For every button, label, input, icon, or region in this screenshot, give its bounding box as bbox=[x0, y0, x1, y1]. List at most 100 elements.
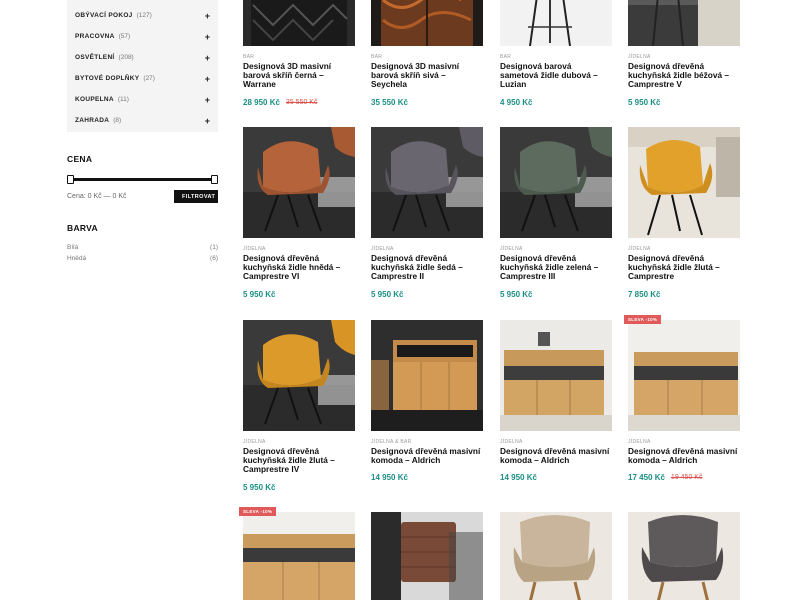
product-price: 5 950 Kč bbox=[243, 289, 276, 299]
category-name[interactable]: OBÝVACÍ POKOJ bbox=[75, 12, 133, 19]
product-image-sideboard-brick[interactable] bbox=[628, 320, 740, 431]
category-count: (27) bbox=[143, 75, 155, 82]
filter-button[interactable]: FILTROVAT bbox=[174, 190, 218, 203]
expand-plus-icon[interactable]: + bbox=[205, 116, 210, 126]
product-price: 4 950 Kč bbox=[500, 97, 533, 107]
price-range-slider[interactable] bbox=[67, 175, 218, 184]
product-title[interactable]: Designová 3D masivní barová skříň sivá –… bbox=[371, 61, 483, 90]
color-name[interactable]: Bílá bbox=[67, 244, 78, 255]
category-list: OBÝVACÍ POKOJ (127) + PRACOVNA (57) + OSVĚ… bbox=[67, 0, 218, 132]
color-count: (6) bbox=[210, 255, 218, 262]
color-name[interactable]: Hnědá bbox=[67, 255, 86, 266]
product-price: 14 950 Kč bbox=[500, 473, 537, 483]
product-card[interactable]: JÍDELNA Designová dřevěná kuchyňská židl… bbox=[243, 127, 355, 299]
product-image-sideboard-white[interactable] bbox=[500, 320, 612, 431]
expand-plus-icon[interactable]: + bbox=[205, 74, 210, 84]
expand-plus-icon[interactable]: + bbox=[205, 32, 210, 42]
category-item-lighting[interactable]: OSVĚTLENÍ (208) + bbox=[67, 47, 218, 68]
product-title[interactable]: Designová 3D masivní barová skříň černá … bbox=[243, 61, 355, 90]
category-count: (57) bbox=[118, 33, 131, 40]
product-title[interactable]: Designová barová sametová židle dubová –… bbox=[500, 61, 612, 90]
product-price: 5 950 Kč bbox=[628, 97, 661, 107]
product-card[interactable]: BAR Designová barová sametová židle dubo… bbox=[500, 0, 612, 107]
category-item-study[interactable]: PRACOVNA (57) + bbox=[67, 26, 218, 47]
category-item-accessories[interactable]: BYTOVÉ DOPLŇKY (27) + bbox=[67, 68, 218, 89]
sale-badge: SLEVA -10% bbox=[624, 315, 662, 324]
category-count: (8) bbox=[113, 117, 122, 124]
product-old-price: 35 550 Kč bbox=[285, 98, 318, 106]
expand-plus-icon[interactable]: + bbox=[205, 11, 210, 21]
slider-max-handle[interactable] bbox=[211, 175, 218, 184]
product-card[interactable]: JÍDELNA Designová dřevěná kuchyňská židl… bbox=[371, 127, 483, 299]
product-title[interactable]: Designová dřevěná kuchyňská židle zelená… bbox=[500, 253, 612, 282]
product-title[interactable]: Designová dřevěná kuchyňská židle žlutá … bbox=[243, 446, 355, 475]
product-image-chair-yellow[interactable] bbox=[628, 127, 740, 238]
product-title[interactable]: Designová dřevěná kuchyňská židle béžová… bbox=[628, 61, 740, 90]
product-category: JÍDELNA bbox=[243, 246, 266, 252]
category-item-garden[interactable]: ZAHRADA (8) + bbox=[67, 110, 218, 131]
product-card[interactable]: JÍDELNA Designová dřevěná masivní komoda… bbox=[500, 320, 612, 482]
product-image-barstool[interactable] bbox=[500, 0, 612, 46]
product-image-sideboard-dark[interactable] bbox=[371, 320, 483, 431]
product-image-cabinet-wood[interactable] bbox=[371, 0, 483, 46]
product-price: 14 950 Kč bbox=[371, 473, 408, 483]
price-filter-row: Cena: 0 Kč — 0 Kč FILTROVAT bbox=[67, 190, 218, 203]
product-card[interactable]: SLEVA -10% JÍDELNA Designová dřevěná mas… bbox=[624, 315, 740, 483]
product-category: JÍDELNA bbox=[371, 246, 394, 252]
product-category: JÍDELNA & BAR bbox=[371, 439, 412, 445]
product-card[interactable]: JÍDELNA Designová dřevěná kuchyňská židl… bbox=[628, 0, 740, 107]
product-card[interactable] bbox=[500, 512, 612, 600]
product-image-chair-grey[interactable] bbox=[371, 127, 483, 238]
product-title[interactable]: Designová dřevěná kuchyňská židle šedá –… bbox=[371, 253, 483, 282]
product-card[interactable]: BAR Designová 3D masivní barová skříň si… bbox=[371, 0, 483, 107]
color-item-brown[interactable]: Hnědá (6) bbox=[67, 255, 218, 266]
product-card[interactable]: JÍDELNA Designová dřevěná kuchyňská židl… bbox=[500, 127, 612, 299]
product-price: 5 950 Kč bbox=[500, 289, 533, 299]
product-title[interactable]: Designová dřevěná masivní komoda – Aldri… bbox=[500, 446, 612, 465]
product-price: 35 550 Kč bbox=[371, 97, 408, 107]
price-range-label: Cena: 0 Kč — 0 Kč bbox=[67, 193, 127, 200]
product-image-chair-brown[interactable] bbox=[243, 127, 355, 238]
product-image-chair-yellow-dark[interactable] bbox=[243, 320, 355, 431]
product-image-chair-grey-wood[interactable] bbox=[628, 512, 740, 600]
product-category: BAR bbox=[500, 54, 512, 60]
product-price: 17 450 Kč bbox=[628, 473, 665, 483]
category-name[interactable]: ZAHRADA bbox=[75, 117, 109, 124]
product-card[interactable]: JÍDELNA Designová dřevěná kuchyňská židl… bbox=[628, 127, 740, 299]
product-card[interactable]: BAR Designová 3D masivní barová skříň če… bbox=[243, 0, 355, 107]
product-title[interactable]: Designová dřevěná masivní komoda – Aldri… bbox=[371, 446, 483, 465]
product-image-chair-beige-wood[interactable] bbox=[500, 512, 612, 600]
product-card[interactable] bbox=[628, 512, 740, 600]
price-filter-heading: CENA bbox=[67, 154, 93, 164]
product-image-chair-beige[interactable] bbox=[628, 0, 740, 46]
category-name[interactable]: PRACOVNA bbox=[75, 33, 115, 40]
product-image-chair-leather[interactable] bbox=[371, 512, 483, 600]
color-item-white[interactable]: Bílá (1) bbox=[67, 244, 218, 255]
color-filter-list: Bílá (1) Hnědá (6) bbox=[67, 244, 218, 266]
category-name[interactable]: BYTOVÉ DOPLŇKY bbox=[75, 75, 139, 82]
product-title[interactable]: Designová dřevěná kuchyňská židle žlutá … bbox=[628, 253, 740, 282]
category-name[interactable]: KOUPELNA bbox=[75, 96, 114, 103]
product-title[interactable]: Designová dřevěná kuchyňská židle hnědá … bbox=[243, 253, 355, 282]
product-old-price: 19 450 Kč bbox=[670, 474, 703, 482]
product-image-chair-green[interactable] bbox=[500, 127, 612, 238]
product-card[interactable]: JÍDELNA & BAR Designová dřevěná masivní … bbox=[371, 320, 483, 482]
product-category: BAR bbox=[243, 54, 255, 60]
color-filter-heading: BARVA bbox=[67, 223, 98, 233]
product-card[interactable] bbox=[371, 512, 483, 600]
category-item-living-room[interactable]: OBÝVACÍ POKOJ (127) + bbox=[67, 5, 218, 26]
product-card[interactable]: JÍDELNA Designová dřevěná kuchyňská židl… bbox=[243, 320, 355, 492]
expand-plus-icon[interactable]: + bbox=[205, 95, 210, 105]
expand-plus-icon[interactable]: + bbox=[205, 53, 210, 63]
slider-min-handle[interactable] bbox=[67, 175, 74, 184]
category-count: (127) bbox=[136, 12, 152, 19]
product-card[interactable]: SLEVA -10% bbox=[239, 507, 355, 600]
product-price: 28 950 Kč bbox=[243, 97, 280, 107]
product-category: JÍDELNA bbox=[628, 439, 651, 445]
product-image-cabinet-black[interactable] bbox=[243, 0, 355, 46]
category-item-bathroom[interactable]: KOUPELNA (11) + bbox=[67, 89, 218, 110]
product-title[interactable]: Designová dřevěná masivní komoda – Aldri… bbox=[628, 446, 740, 465]
product-image-sideboard-partial[interactable] bbox=[243, 512, 355, 600]
category-count: (11) bbox=[117, 96, 129, 103]
category-name[interactable]: OSVĚTLENÍ bbox=[75, 54, 115, 61]
